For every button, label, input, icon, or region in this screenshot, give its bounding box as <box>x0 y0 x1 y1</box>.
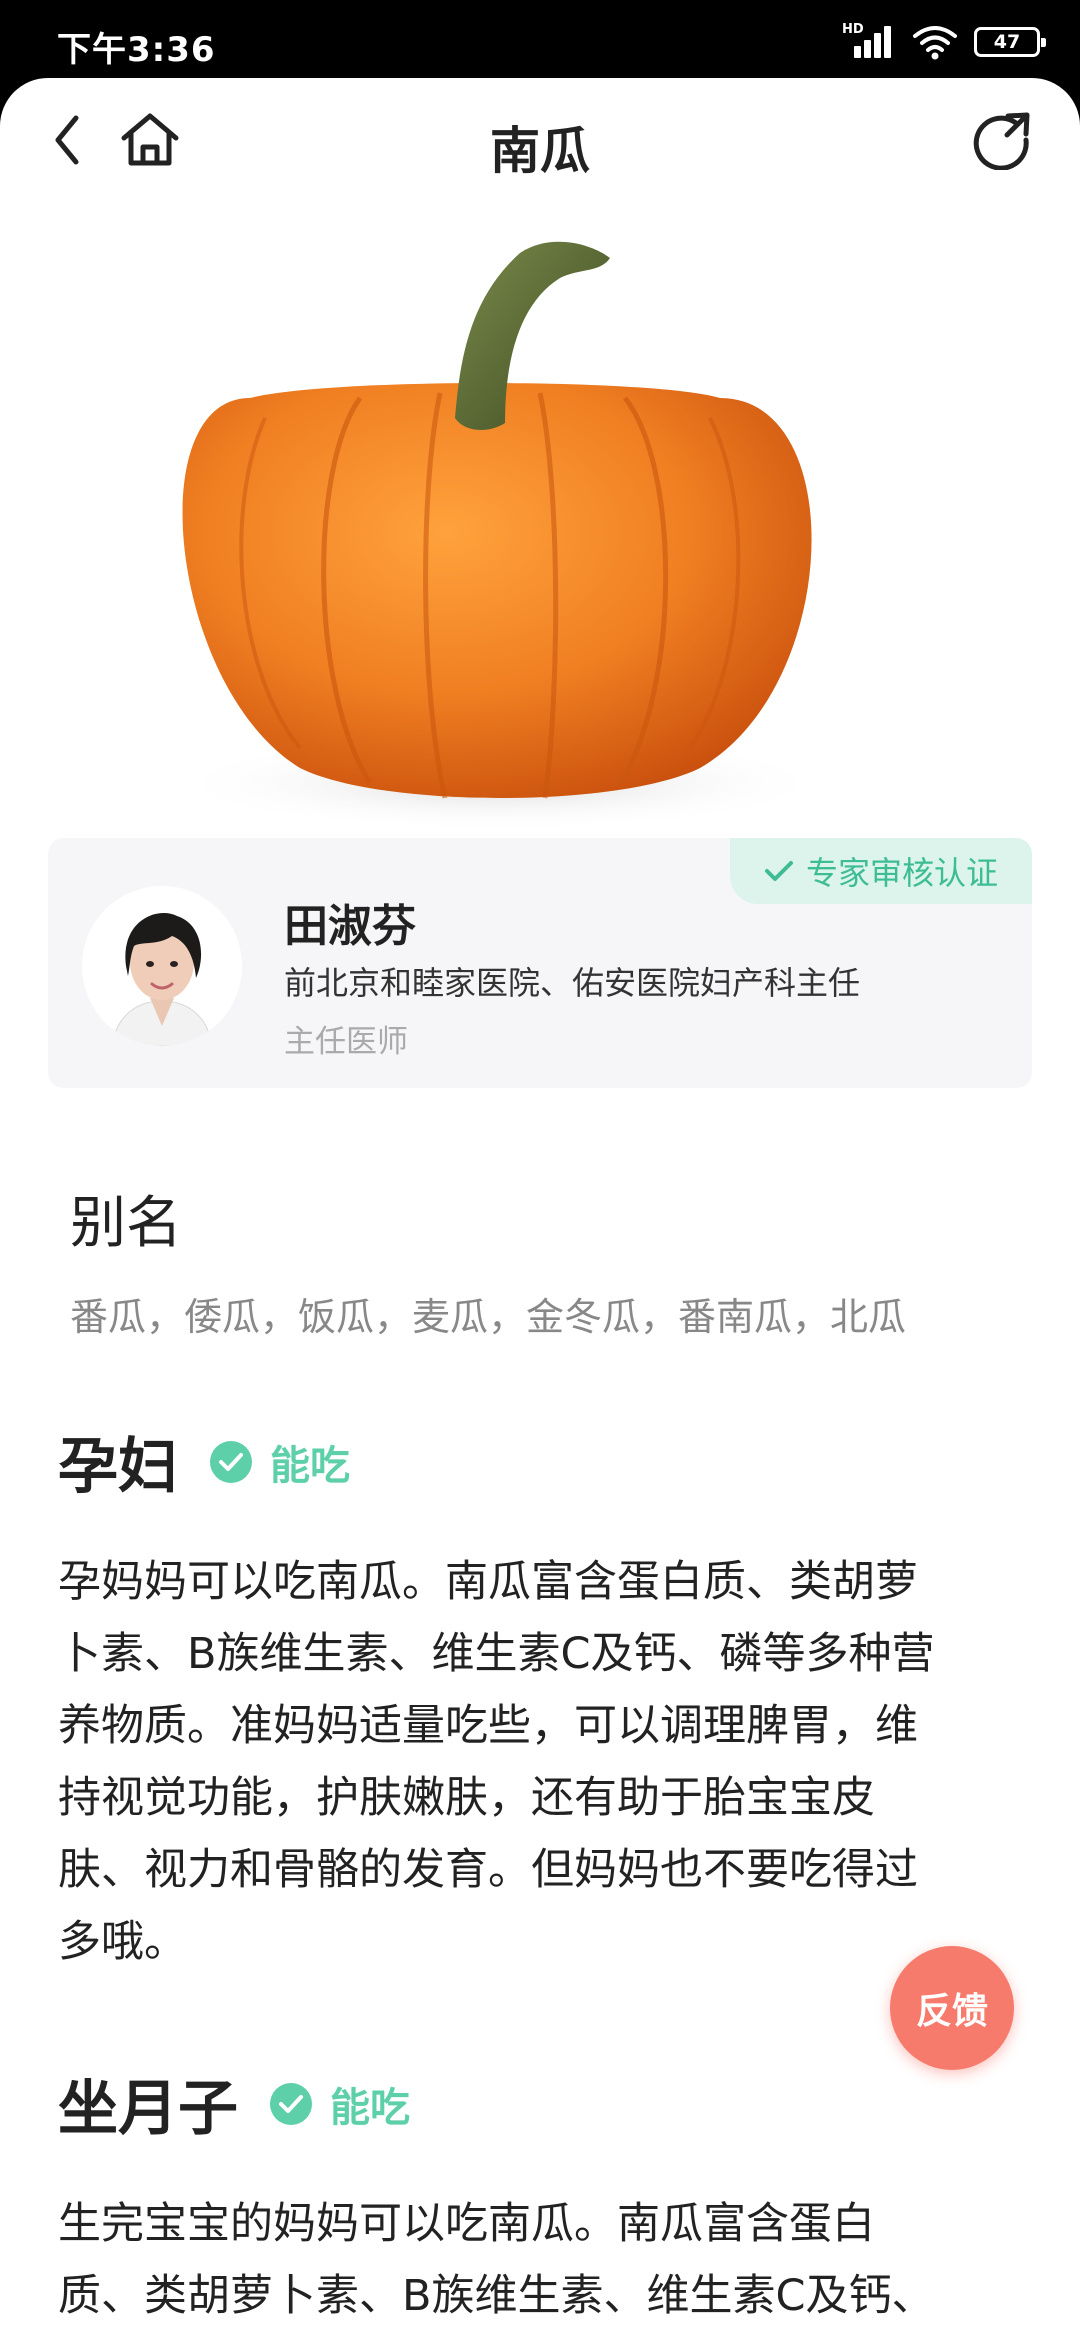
check-circle-icon <box>270 2082 312 2125</box>
status-time: 下午3:36 <box>57 30 216 70</box>
share-button[interactable] <box>970 108 1034 172</box>
section-pregnant-text: 孕妈妈可以吃南瓜。南瓜富含蛋白质、类胡萝 卜素、B族维生素、维生素C及钙、磷等多… <box>58 1546 1018 1978</box>
paragraph-line: 质、类胡萝卜素、B族维生素、维生素C及钙、 <box>58 2271 935 2321</box>
section-postpartum-text: 生完宝宝的妈妈可以吃南瓜。南瓜富含蛋白 质、类胡萝卜素、B族维生素、维生素C及钙… <box>58 2188 1018 2332</box>
status-badge: 能吃 <box>330 2084 410 2131</box>
paragraph-line: 多哦。 <box>58 1917 187 1967</box>
page-title: 南瓜 <box>490 122 590 180</box>
battery-icon: 47 <box>974 27 1046 57</box>
feedback-button[interactable]: 反馈 <box>890 1946 1014 2070</box>
food-image <box>0 208 1080 888</box>
check-icon <box>764 861 793 881</box>
paragraph-line: 持视觉功能，护肤嫩肤，还有助于胎宝宝皮 <box>58 1773 875 1823</box>
expert-rank: 主任医师 <box>284 1024 408 1060</box>
signal-icon: HD <box>842 22 896 62</box>
avatar <box>82 886 242 1046</box>
status-bar: 下午3:36 HD 47 <box>0 0 1080 80</box>
battery-level: 47 <box>993 31 1021 53</box>
section-title: 坐月子 <box>58 2074 238 2144</box>
alias-heading: 别名 <box>70 1191 182 1256</box>
app-screen: 南瓜 专家审核认证 田淑芬 前北京和睦家医院、佑安医院妇产科主任 主任医师 别名… <box>0 78 1080 2340</box>
paragraph-line: 孕妈妈可以吃南瓜。南瓜富含蛋白质、类胡萝 <box>58 1557 918 1607</box>
network-label: HD <box>842 22 864 37</box>
nav-bar: 南瓜 <box>0 78 1080 208</box>
status-badge: 能吃 <box>270 1442 350 1489</box>
status-icons: HD 47 <box>842 20 1046 64</box>
expert-name: 田淑芬 <box>284 901 416 952</box>
pumpkin-image <box>170 241 830 831</box>
expert-verified-badge: 专家审核认证 <box>730 838 1032 904</box>
wifi-icon <box>913 26 957 60</box>
expert-card[interactable]: 专家审核认证 田淑芬 前北京和睦家医院、佑安医院妇产科主任 主任医师 <box>48 838 1032 1088</box>
badge-label: 专家审核认证 <box>805 854 998 892</box>
paragraph-line: 养物质。准妈妈适量吃些，可以调理脾胃，维 <box>58 1701 918 1751</box>
check-circle-icon <box>210 1440 252 1483</box>
section-title: 孕妇 <box>58 1432 178 1502</box>
paragraph-line: 卜素、B族维生素、维生素C及钙、磷等多种营 <box>58 1629 935 1679</box>
alias-text: 番瓜，倭瓜，饭瓜，麦瓜，金冬瓜，番南瓜，北瓜 <box>70 1295 907 1339</box>
expert-title: 前北京和睦家医院、佑安医院妇产科主任 <box>284 964 861 1002</box>
section-postpartum-header: 坐月子 能吃 <box>58 2060 410 2147</box>
section-pregnant-header: 孕妇 能吃 <box>58 1418 350 1505</box>
paragraph-line: 肤、视力和骨骼的发育。但妈妈也不要吃得过 <box>58 1845 918 1895</box>
share-icon <box>973 112 1030 170</box>
paragraph-line: 生完宝宝的妈妈可以吃南瓜。南瓜富含蛋白 <box>58 2199 875 2249</box>
